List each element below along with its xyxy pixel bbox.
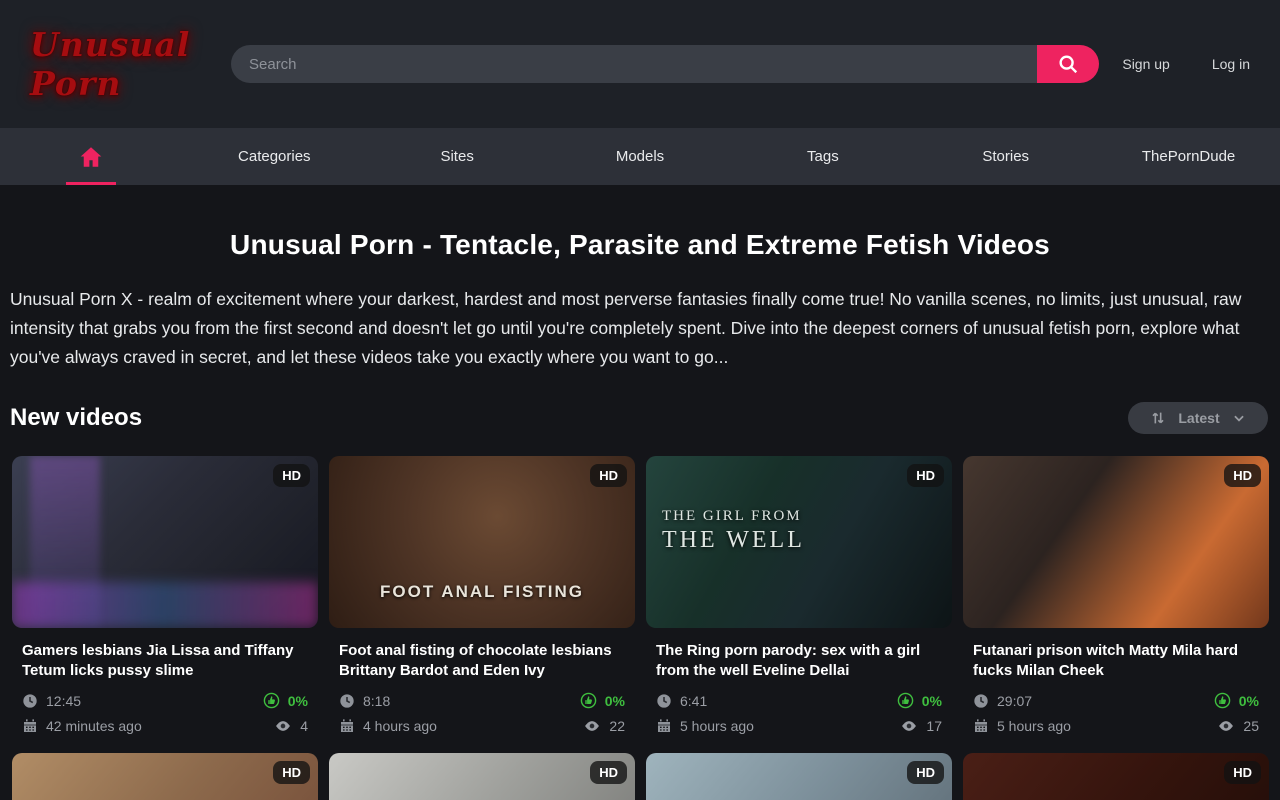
video-card: HD Futanari prison witch Matty Mila hard… <box>963 456 1269 735</box>
nav-item-models[interactable]: Models <box>549 128 732 185</box>
nav-item-stories[interactable]: Stories <box>914 128 1097 185</box>
clock-icon <box>339 693 355 709</box>
video-stats: 8:18 0% 4 hours ago <box>339 692 625 735</box>
video-duration: 12:45 <box>46 693 81 709</box>
video-thumbnail[interactable]: HD <box>329 753 635 800</box>
chevron-down-icon <box>1232 411 1246 425</box>
video-duration: 29:07 <box>997 693 1032 709</box>
calendar-icon <box>656 718 672 734</box>
video-thumbnail[interactable]: HD <box>646 753 952 800</box>
eye-icon <box>1217 717 1235 735</box>
nav-item-home[interactable] <box>0 128 183 185</box>
search-button[interactable] <box>1037 45 1099 83</box>
thumbnail-caption: THE GIRL FROM THE WELL <box>662 508 805 554</box>
video-views: 25 <box>1243 718 1259 734</box>
calendar-icon <box>339 718 355 734</box>
site-logo[interactable]: Unusual Porn <box>30 25 215 103</box>
video-rating: 0% <box>1239 693 1259 709</box>
search-icon <box>1057 53 1079 75</box>
auth-links: Sign up Log in <box>1122 56 1250 72</box>
video-uploaded: 4 hours ago <box>363 718 437 734</box>
quality-badge: HD <box>273 761 310 784</box>
video-title[interactable]: Futanari prison witch Matty Mila hard fu… <box>973 641 1259 681</box>
thumbs-up-icon <box>263 692 280 709</box>
nav-item-sites[interactable]: Sites <box>366 128 549 185</box>
video-thumbnail[interactable]: HD <box>12 456 318 628</box>
quality-badge: HD <box>907 761 944 784</box>
video-card: HD <box>329 753 635 800</box>
eye-icon <box>900 717 918 735</box>
sort-label: Latest <box>1178 410 1219 426</box>
video-thumbnail[interactable]: HD <box>963 753 1269 800</box>
video-title[interactable]: The Ring porn parody: sex with a girl fr… <box>656 641 942 681</box>
video-card: HD Gamers lesbians Jia Lissa and Tiffany… <box>12 456 318 735</box>
quality-badge: HD <box>590 761 627 784</box>
clock-icon <box>22 693 38 709</box>
thumbs-up-icon <box>897 692 914 709</box>
thumbnail-caption: FOOT ANAL FISTING <box>329 582 635 602</box>
video-rating: 0% <box>922 693 942 709</box>
video-duration: 8:18 <box>363 693 390 709</box>
eye-icon <box>583 717 601 735</box>
nav-item-categories[interactable]: Categories <box>183 128 366 185</box>
video-title[interactable]: Foot anal fisting of chocolate lesbians … <box>339 641 625 681</box>
page-title: Unusual Porn - Tentacle, Parasite and Ex… <box>0 229 1280 261</box>
video-views: 22 <box>609 718 625 734</box>
video-rating: 0% <box>605 693 625 709</box>
video-uploaded: 42 minutes ago <box>46 718 142 734</box>
video-card: HD FOOT ANAL FISTING Foot anal fisting o… <box>329 456 635 735</box>
section-title: New videos <box>10 404 142 432</box>
video-card: HD <box>963 753 1269 800</box>
video-duration: 6:41 <box>680 693 707 709</box>
page-description: Unusual Porn X - realm of excitement whe… <box>10 285 1270 372</box>
video-card: HD <box>12 753 318 800</box>
sort-dropdown[interactable]: Latest <box>1128 402 1268 434</box>
quality-badge: HD <box>907 464 944 487</box>
site-logo-text: Unusual Porn <box>30 25 190 103</box>
video-grid: HD Gamers lesbians Jia Lissa and Tiffany… <box>12 456 1268 800</box>
main-nav: Categories Sites Models Tags Stories The… <box>0 128 1280 185</box>
video-thumbnail[interactable]: HD <box>963 456 1269 628</box>
video-thumbnail[interactable]: HD <box>12 753 318 800</box>
quality-badge: HD <box>273 464 310 487</box>
video-card: HD THE GIRL FROM THE WELL The Ring porn … <box>646 456 952 735</box>
nav-item-theporndude[interactable]: ThePornDude <box>1097 128 1280 185</box>
video-rating: 0% <box>288 693 308 709</box>
video-stats: 12:45 0% 42 minutes ago <box>22 692 308 735</box>
thumbs-up-icon <box>1214 692 1231 709</box>
signup-link[interactable]: Sign up <box>1122 56 1169 72</box>
video-thumbnail[interactable]: HD THE GIRL FROM THE WELL <box>646 456 952 628</box>
search-bar <box>231 45 1099 83</box>
login-link[interactable]: Log in <box>1212 56 1250 72</box>
calendar-icon <box>973 718 989 734</box>
home-icon <box>78 144 104 170</box>
sort-arrows-icon <box>1150 410 1166 426</box>
calendar-icon <box>22 718 38 734</box>
video-stats: 29:07 0% 5 hours ago <box>973 692 1259 735</box>
eye-icon <box>274 717 292 735</box>
quality-badge: HD <box>590 464 627 487</box>
quality-badge: HD <box>1224 761 1261 784</box>
section-header: New videos Latest <box>10 402 1268 434</box>
video-uploaded: 5 hours ago <box>680 718 754 734</box>
video-stats: 6:41 0% 5 hours ago <box>656 692 942 735</box>
search-input[interactable] <box>231 45 1037 83</box>
nav-item-tags[interactable]: Tags <box>731 128 914 185</box>
video-views: 4 <box>300 718 308 734</box>
video-uploaded: 5 hours ago <box>997 718 1071 734</box>
clock-icon <box>973 693 989 709</box>
video-card: HD <box>646 753 952 800</box>
video-thumbnail[interactable]: HD FOOT ANAL FISTING <box>329 456 635 628</box>
clock-icon <box>656 693 672 709</box>
video-views: 17 <box>926 718 942 734</box>
header: Unusual Porn Sign up Log in <box>0 0 1280 128</box>
quality-badge: HD <box>1224 464 1261 487</box>
thumbs-up-icon <box>580 692 597 709</box>
video-title[interactable]: Gamers lesbians Jia Lissa and Tiffany Te… <box>22 641 308 681</box>
